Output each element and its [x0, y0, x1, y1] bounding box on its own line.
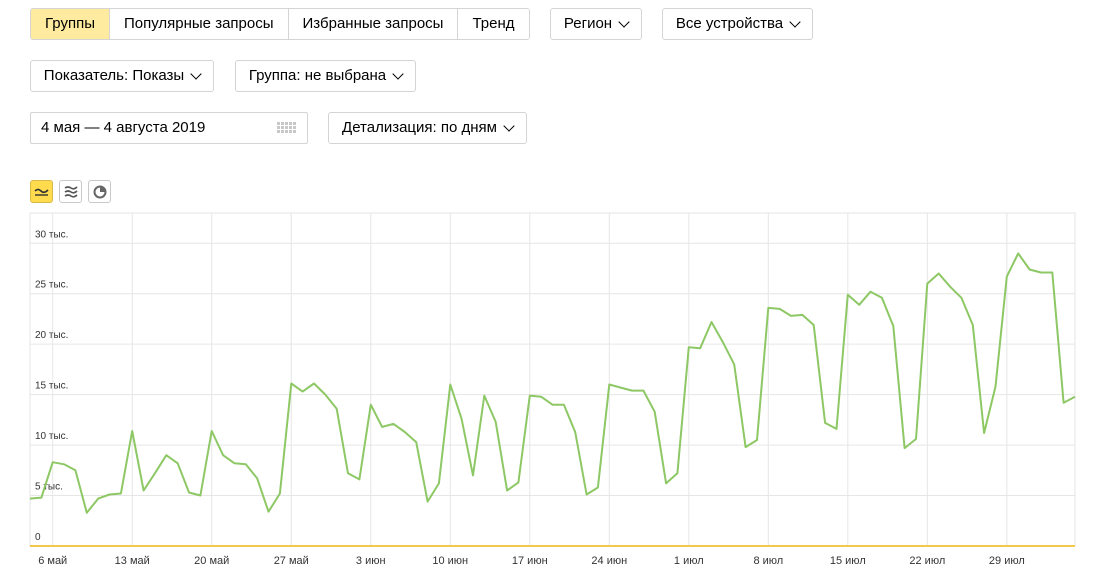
devices-label: Все устройства: [675, 15, 784, 32]
date-range-value: 4 мая — 4 августа 2019: [41, 119, 206, 136]
x-tick-label: 3 июн: [356, 555, 386, 567]
chevron-down-icon: [789, 16, 801, 28]
x-tick-label: 15 июл: [830, 555, 866, 567]
region-dropdown[interactable]: Регион: [550, 8, 642, 40]
x-tick-label: 8 июл: [753, 555, 783, 567]
chevron-down-icon: [392, 68, 404, 80]
metric-label: Показатель: Показы: [43, 67, 185, 84]
group-dropdown[interactable]: Группа: не выбрана: [235, 60, 416, 92]
tab-popular-queries[interactable]: Популярные запросы: [109, 9, 289, 39]
report-tabs: Группы Популярные запросы Избранные запр…: [30, 8, 530, 40]
stacked-area-icon: [64, 186, 78, 198]
tab-trend[interactable]: Тренд: [458, 9, 529, 39]
line-chart-mode-button[interactable]: [30, 180, 53, 203]
series-line: [29, 252, 1076, 514]
y-tick-label: 25 тыс.: [35, 280, 68, 291]
impressions-line-chart: 6 май 13 май 20 май 27 май 3 июн 10 июн 17 июн…: [29, 212, 1076, 567]
x-tick-label: 29 июл: [989, 555, 1025, 567]
devices-dropdown[interactable]: Все устройства: [662, 8, 813, 40]
y-tick-label: 20 тыс.: [35, 330, 68, 341]
tab-favorite-queries[interactable]: Избранные запросы: [288, 9, 459, 39]
x-tick-label: 17 июн: [512, 555, 548, 567]
detail-label: Детализация: по дням: [342, 119, 497, 136]
x-tick-label: 10 июн: [432, 555, 468, 567]
x-tick-label: 22 июл: [909, 555, 945, 567]
chevron-down-icon: [190, 68, 202, 80]
chevron-down-icon: [503, 120, 515, 132]
x-tick-label: 13 май: [115, 555, 150, 567]
plot-area: [29, 212, 1076, 547]
x-tick-label: 6 май: [38, 555, 67, 567]
y-tick-label: 30 тыс.: [35, 229, 68, 240]
pie-chart-mode-button[interactable]: [88, 180, 111, 203]
y-tick-label: 0: [35, 532, 41, 543]
detail-dropdown[interactable]: Детализация: по дням: [328, 112, 527, 144]
date-range-field[interactable]: 4 мая — 4 августа 2019: [30, 112, 308, 144]
x-tick-label: 20 май: [194, 555, 229, 567]
y-tick-label: 15 тыс.: [35, 381, 68, 392]
metric-dropdown[interactable]: Показатель: Показы: [30, 60, 214, 92]
tab-groups[interactable]: Группы: [31, 9, 110, 39]
region-label: Регион: [563, 15, 613, 32]
pie-chart-icon: [93, 185, 106, 198]
calendar-icon[interactable]: [277, 122, 297, 134]
x-tick-label: 1 июл: [674, 555, 704, 567]
x-tick-label: 27 май: [274, 555, 309, 567]
line-chart-icon: [34, 188, 49, 196]
chevron-down-icon: [618, 16, 630, 28]
y-tick-label: 5 тыс.: [35, 482, 63, 493]
x-tick-label: 24 июн: [591, 555, 627, 567]
group-label: Группа: не выбрана: [248, 67, 387, 84]
stacked-area-mode-button[interactable]: [59, 180, 82, 203]
y-tick-label: 10 тыс.: [35, 431, 68, 442]
